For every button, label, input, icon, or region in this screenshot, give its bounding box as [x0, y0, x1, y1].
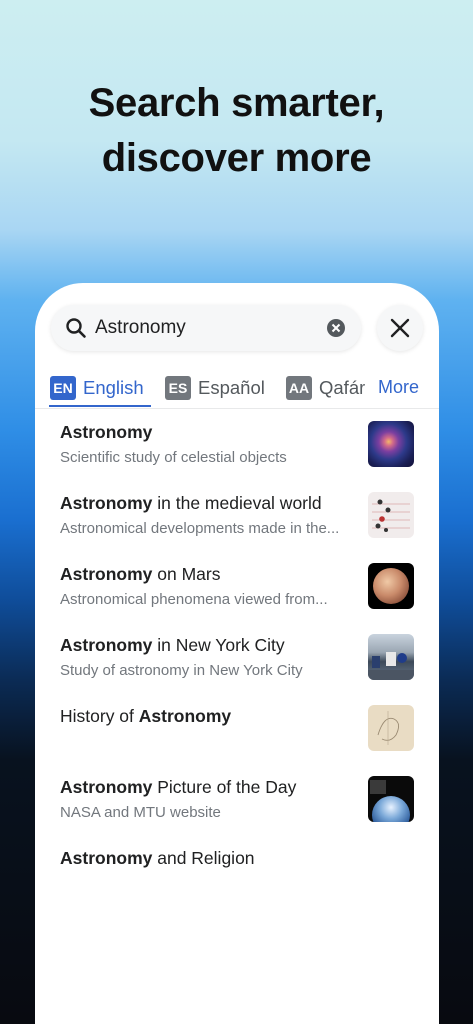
result-description: Astronomical phenomena viewed from...	[60, 591, 328, 608]
planet-image	[368, 563, 414, 609]
result-item[interactable]: Astronomy Picture of the Day NASA and MT…	[35, 774, 439, 834]
app-screen: Astronomy EN English ES Español AA Qafár	[35, 283, 439, 1024]
language-code-badge: EN	[50, 376, 76, 400]
result-title-prefix: History of	[60, 706, 139, 726]
result-title-match: Astronomy	[60, 422, 153, 442]
result-title-match: Astronomy	[60, 493, 153, 513]
clear-icon[interactable]	[326, 318, 346, 338]
result-description: NASA and MTU website	[60, 804, 221, 821]
language-name: English	[83, 377, 144, 398]
result-item[interactable]: Astronomy in New York City Study of astr…	[35, 632, 439, 692]
result-title: History of Astronomy	[60, 706, 231, 727]
more-languages-button[interactable]: More	[378, 377, 419, 398]
result-title-rest: Picture of the Day	[152, 777, 297, 797]
result-description: Scientific study of celestial objects	[60, 449, 287, 466]
language-name: Español	[198, 377, 265, 398]
result-title: Astronomy	[60, 422, 152, 443]
divider	[35, 408, 439, 409]
manuscript-image	[368, 492, 414, 538]
result-title-rest: on Mars	[152, 564, 221, 584]
headline: Search smarter, discover more	[0, 76, 473, 186]
close-button[interactable]	[377, 305, 423, 351]
language-name: Qafár	[319, 377, 366, 398]
tab-spanish[interactable]: ES Español	[165, 375, 265, 401]
nebula-image	[368, 421, 414, 467]
search-bar-row: Astronomy	[51, 305, 423, 353]
result-title-rest: in New York City	[152, 635, 285, 655]
search-icon	[66, 318, 86, 338]
result-title-match: Astronomy	[60, 635, 153, 655]
result-title-match: Astronomy	[60, 848, 153, 868]
result-title: Astronomy Picture of the Day	[60, 777, 296, 798]
active-tab-indicator	[49, 405, 151, 407]
headline-line-2: discover more	[101, 136, 372, 180]
tab-fade	[361, 371, 379, 407]
headline-line-1: Search smarter,	[88, 81, 385, 125]
result-title-rest: and Religion	[152, 848, 255, 868]
language-code-badge: ES	[165, 376, 191, 400]
result-description: Astronomical developments made in the...	[60, 520, 340, 537]
search-query-text: Astronomy	[95, 317, 186, 338]
earth-image	[368, 776, 414, 822]
result-item[interactable]: Astronomy Scientific study of celestial …	[35, 419, 439, 479]
result-item[interactable]: Astronomy in the medieval world Astronom…	[35, 490, 439, 550]
result-title-match: Astronomy	[60, 564, 153, 584]
result-title-match: Astronomy	[60, 777, 153, 797]
result-title-rest: in the medieval world	[152, 493, 322, 513]
sketch-image	[368, 705, 414, 751]
result-item[interactable]: History of Astronomy	[35, 703, 439, 763]
language-code-badge: AA	[286, 376, 312, 400]
result-item[interactable]: Astronomy and Religion	[35, 845, 439, 905]
result-description: Study of astronomy in New York City	[60, 662, 303, 679]
tab-english[interactable]: EN English	[50, 375, 144, 401]
result-item[interactable]: Astronomy on Mars Astronomical phenomena…	[35, 561, 439, 621]
close-icon	[390, 318, 410, 338]
language-tabs: EN English ES Español AA Qafár More	[35, 371, 439, 409]
result-title: Astronomy in the medieval world	[60, 493, 322, 514]
museum-image	[368, 634, 414, 680]
result-title: Astronomy on Mars	[60, 564, 220, 585]
result-title-match: Astronomy	[138, 706, 232, 726]
result-title: Astronomy in New York City	[60, 635, 285, 656]
result-title: Astronomy and Religion	[60, 848, 255, 869]
search-input[interactable]: Astronomy	[51, 305, 361, 351]
tab-afar[interactable]: AA Qafár	[286, 375, 365, 401]
